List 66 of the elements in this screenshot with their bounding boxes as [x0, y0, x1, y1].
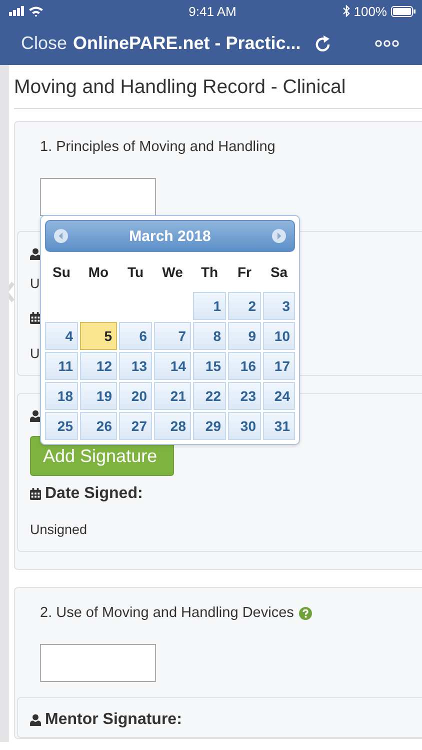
calendar-day[interactable]: 1 [193, 292, 226, 320]
calendar-icon [30, 488, 41, 500]
calendar-day[interactable]: 18 [45, 382, 78, 410]
calendar-day[interactable]: 22 [193, 382, 226, 410]
month-title: March 2018 [129, 228, 211, 244]
page-heading: Moving and Handling Record - Clinical [14, 65, 422, 109]
weekday-label: We [161, 263, 184, 282]
calendar-day[interactable]: 16 [228, 352, 261, 380]
weekday-label: Fr [236, 263, 252, 282]
calendar-day[interactable]: 15 [193, 352, 226, 380]
calendar-day[interactable]: 29 [193, 412, 226, 440]
calendar-day[interactable]: 6 [119, 322, 152, 350]
calendar-day[interactable]: 9 [228, 322, 261, 350]
field-label: Mentor Signature: [45, 711, 182, 729]
calendar-day[interactable]: 10 [263, 322, 295, 350]
calendar-day[interactable]: 2 [228, 292, 261, 320]
battery-percent: 100% [354, 4, 387, 18]
section-title: 1. Principles of Moving and Handling [40, 138, 276, 157]
weekday-label: Sa [269, 263, 289, 282]
user-icon [30, 714, 41, 726]
calendar-day[interactable]: 20 [119, 382, 152, 410]
calendar-day[interactable]: 13 [119, 352, 152, 380]
calendar-day[interactable]: 7 [154, 322, 191, 350]
previous-month-icon[interactable] [54, 229, 68, 243]
calendar-day[interactable]: 24 [263, 382, 295, 410]
calendar-day[interactable]: 12 [80, 352, 117, 380]
field-value: Unsigned [30, 522, 88, 536]
next-month-icon[interactable] [272, 229, 286, 243]
field-label: Date Signed: [45, 485, 143, 503]
calendar-day[interactable]: 31 [263, 412, 295, 440]
calendar-day[interactable]: 26 [80, 412, 117, 440]
weekday-label: Su [52, 263, 72, 282]
calendar-day[interactable]: 14 [154, 352, 191, 380]
calendar-day[interactable]: 19 [80, 382, 117, 410]
field-value: U [30, 276, 40, 290]
bluetooth-icon [342, 5, 350, 17]
input-field[interactable] [40, 644, 156, 682]
refresh-icon[interactable] [315, 35, 332, 52]
wifi-icon [29, 6, 43, 16]
weekday-label: Tu [126, 263, 145, 282]
calendar-day[interactable]: 28 [154, 412, 191, 440]
field-value: U [30, 346, 40, 360]
calendar-day[interactable]: 21 [154, 382, 191, 410]
weekday-label: Th [200, 263, 220, 282]
user-icon [30, 410, 41, 422]
signal-icon [9, 6, 25, 16]
input-field[interactable] [40, 178, 156, 216]
clock-time: 9:41 AM [188, 4, 236, 18]
calendar-day[interactable]: 8 [193, 322, 226, 350]
close-button[interactable]: Close [21, 33, 68, 54]
calendar-day[interactable]: 11 [45, 352, 78, 380]
calendar-day[interactable]: 5 [80, 322, 117, 350]
calendar-day[interactable]: 27 [119, 412, 152, 440]
battery-icon [390, 6, 416, 16]
calendar-day[interactable]: 4 [45, 322, 78, 350]
calendar-day[interactable]: 25 [45, 412, 78, 440]
section-title: 2. Use of Moving and Handling Devices [40, 604, 294, 623]
calendar-day[interactable]: 23 [228, 382, 261, 410]
more-icon[interactable] [375, 40, 400, 47]
user-icon [30, 248, 41, 260]
calendar-day[interactable]: 17 [263, 352, 295, 380]
page-title: OnlinePARE.net - Practic... [73, 33, 302, 54]
help-icon[interactable] [298, 606, 312, 620]
calendar-day[interactable]: 30 [228, 412, 261, 440]
weekday-label: Mo [87, 263, 110, 282]
calendar-day[interactable]: 3 [263, 292, 295, 320]
